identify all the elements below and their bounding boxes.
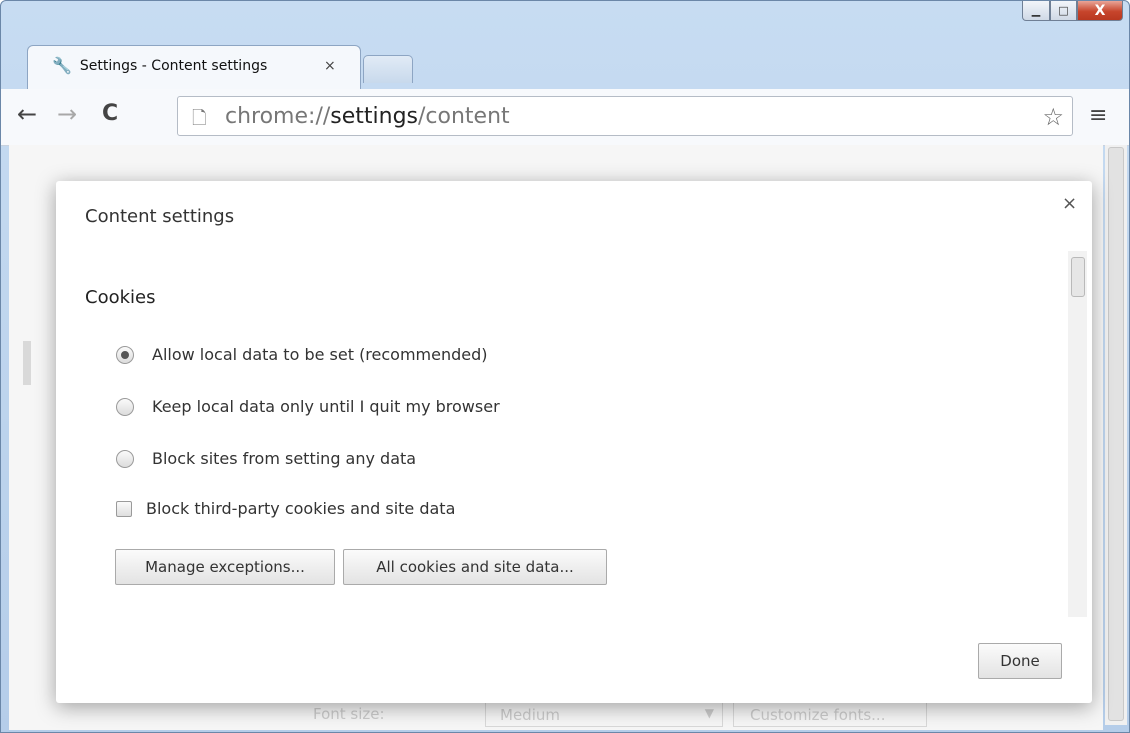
address-bar[interactable]: 🗋 chrome://settings/content ☆	[177, 96, 1073, 136]
all-cookies-button[interactable]: All cookies and site data...	[343, 549, 607, 585]
maximize-button[interactable]: □	[1050, 1, 1077, 21]
radio-block-sites[interactable]: Block sites from setting any data	[116, 449, 416, 468]
page-divider	[23, 341, 31, 385]
radio-button[interactable]	[116, 397, 134, 416]
radio-label: Keep local data only until I quit my bro…	[152, 397, 500, 416]
minimize-button[interactable]: ▁	[1022, 1, 1050, 21]
back-button[interactable]: ←	[17, 102, 37, 126]
bookmark-star-icon[interactable]: ☆	[1042, 103, 1064, 131]
font-size-select[interactable]: Medium ▼	[485, 701, 723, 727]
dropdown-arrow-icon: ▼	[704, 706, 714, 720]
radio-label: Allow local data to be set (recommended)	[152, 345, 488, 364]
radio-button[interactable]	[116, 449, 134, 468]
radio-label: Block sites from setting any data	[152, 449, 417, 468]
window-controls: ▁ □ X	[1022, 1, 1123, 23]
customize-fonts-button[interactable]: Customize fonts...	[733, 701, 927, 727]
dialog-title: Content settings	[85, 206, 235, 227]
close-window-button[interactable]: X	[1077, 1, 1123, 21]
page-scrollbar[interactable]	[1105, 145, 1127, 725]
checkbox[interactable]	[116, 500, 132, 517]
radio-keep-until-quit[interactable]: Keep local data only until I quit my bro…	[116, 397, 500, 416]
dialog-scrollbar[interactable]	[1068, 251, 1087, 617]
url-text: chrome://settings/content	[225, 104, 510, 129]
content-settings-dialog: Content settings × Cookies Allow local d…	[56, 181, 1092, 703]
page-scrollbar-thumb[interactable]	[1108, 147, 1124, 721]
wrench-icon: 🔧	[52, 56, 72, 75]
dialog-close-icon[interactable]: ×	[1062, 193, 1077, 214]
menu-icon[interactable]: ≡	[1089, 103, 1107, 128]
tab-title: Settings - Content settings	[79, 57, 268, 74]
checkbox-label: Block third-party cookies and site data	[146, 499, 456, 518]
new-tab-button[interactable]	[363, 55, 413, 83]
tab-settings[interactable]: 🔧 Settings - Content settings ×	[27, 45, 361, 90]
font-size-label: Font size:	[313, 705, 385, 723]
manage-exceptions-button[interactable]: Manage exceptions...	[115, 549, 335, 585]
tab-close-icon[interactable]: ×	[324, 58, 336, 74]
reload-button[interactable]: C	[102, 102, 118, 126]
page-icon: 🗋	[192, 108, 207, 129]
dialog-scrollbar-thumb[interactable]	[1071, 257, 1085, 297]
radio-allow-local-data[interactable]: Allow local data to be set (recommended)	[116, 345, 488, 364]
cookies-section-title: Cookies	[85, 287, 156, 308]
browser-window: ▁ □ X 🔧 Settings - Content settings × ← …	[0, 0, 1130, 733]
forward-button[interactable]: →	[57, 102, 77, 126]
radio-button[interactable]	[116, 345, 134, 364]
toolbar: ← → C 🗋 chrome://settings/content ☆ ≡	[1, 89, 1129, 146]
done-button[interactable]: Done	[978, 643, 1062, 679]
checkbox-block-third-party[interactable]: Block third-party cookies and site data	[116, 499, 455, 518]
